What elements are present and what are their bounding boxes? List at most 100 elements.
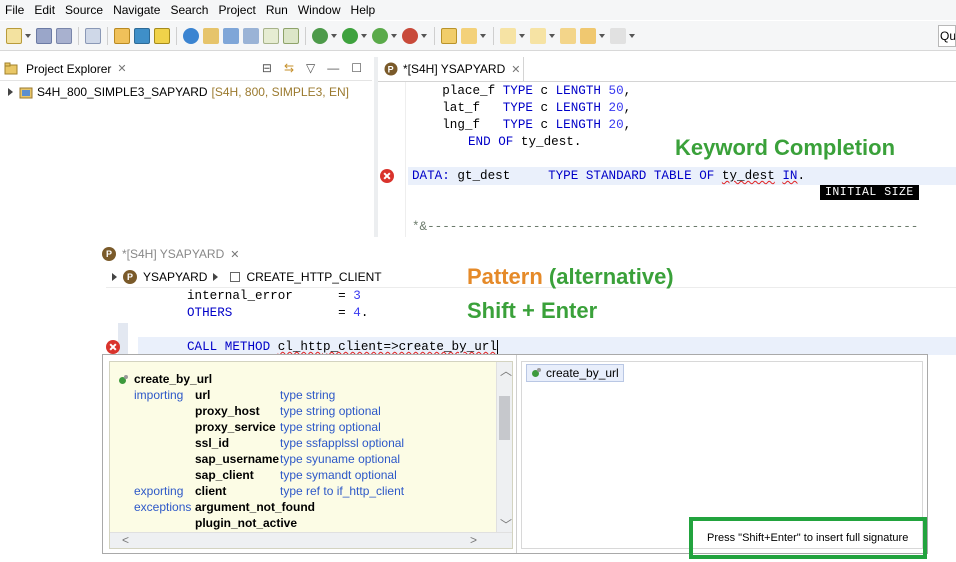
menu-run[interactable]: Run <box>261 0 293 20</box>
run-dropdown-icon[interactable] <box>361 33 367 38</box>
signature-title: create_by_url <box>134 372 213 386</box>
main-toolbar: Qu <box>0 21 956 51</box>
vertical-scrollbar[interactable]: ︿ ﹀ <box>496 362 512 534</box>
code-line-data[interactable]: DATA: gt_dest TYPE STANDARD TABLE OF ty_… <box>412 169 805 183</box>
project-explorer-panel: Project Explorer ✕ ⊟ ⇆ ▽ — ☐ S4H_800_SIM… <box>0 57 372 237</box>
annotation-icon[interactable] <box>283 27 299 44</box>
menu-help[interactable]: Help <box>346 0 381 20</box>
next-annotation-dropdown-icon[interactable] <box>519 33 525 38</box>
next-annotation-icon[interactable] <box>500 27 516 44</box>
bottom-editor-tab-label: *[S4H] YSAPYARD <box>122 247 225 261</box>
method-icon <box>230 271 241 282</box>
code-line-others[interactable]: OTHERS = 4. <box>187 306 368 320</box>
last-edit-icon[interactable] <box>560 27 576 44</box>
code-line-end-of[interactable]: END OF ty_dest. <box>468 135 581 149</box>
code-line-lng[interactable]: lng_f TYPE c LENGTH 20, <box>412 118 631 132</box>
menu-source[interactable]: Source <box>60 0 108 20</box>
hint-highlight-box <box>689 517 927 559</box>
highlight-icon[interactable] <box>263 27 279 44</box>
chevron-up-icon[interactable]: ︿ <box>500 362 512 379</box>
quick-access-input[interactable]: Qu <box>938 25 956 47</box>
menu-edit[interactable]: Edit <box>29 0 60 20</box>
new-icon[interactable] <box>6 27 22 44</box>
open-abap-icon[interactable] <box>134 27 150 44</box>
back-icon[interactable] <box>580 27 596 44</box>
close-icon[interactable]: ✕ <box>117 62 126 75</box>
project-explorer-icon <box>4 62 18 74</box>
bottom-editor-tab[interactable]: P *[S4H] YSAPYARD ✕ <box>102 244 250 264</box>
caption-pattern: Pattern (alternative) <box>467 264 674 289</box>
chevron-left-icon[interactable]: < <box>122 533 129 547</box>
close-tab-icon[interactable]: ✕ <box>230 248 239 261</box>
menu-project[interactable]: Project <box>213 0 260 20</box>
edit-object-icon[interactable] <box>114 27 130 44</box>
breadcrumb-method[interactable]: CREATE_HTTP_CLIENT <box>246 270 381 284</box>
forward-dropdown-icon[interactable] <box>629 33 635 38</box>
save-all-icon[interactable] <box>56 27 72 44</box>
run-coverage-icon[interactable] <box>372 27 388 44</box>
proposal-create-by-url[interactable]: create_by_url <box>526 364 624 382</box>
breadcrumb-program[interactable]: YSAPYARD <box>143 270 207 284</box>
breadcrumb-arrow-icon[interactable] <box>213 272 219 281</box>
coverage-dropdown-icon[interactable] <box>391 33 397 38</box>
link-icon[interactable] <box>243 27 259 44</box>
new-dropdown-icon[interactable] <box>25 33 31 38</box>
prev-annotation-icon[interactable] <box>530 27 546 44</box>
collapse-all-icon[interactable]: ⊟ <box>262 61 272 75</box>
program-icon: P <box>123 269 137 284</box>
keyword-completion-tooltip[interactable]: INITIAL SIZE <box>820 185 919 200</box>
editor-tab[interactable]: P *[S4H] YSAPYARD ✕ <box>378 57 524 81</box>
abap-program-icon: P <box>102 247 116 261</box>
menu-search[interactable]: Search <box>165 0 213 20</box>
activate-icon[interactable] <box>154 27 170 44</box>
error-marker-icon[interactable] <box>106 340 120 354</box>
expand-arrow-icon[interactable] <box>8 88 13 96</box>
editor-tab-label: *[S4H] YSAPYARD <box>403 62 506 76</box>
menu-navigate[interactable]: Navigate <box>108 0 165 20</box>
menu-window[interactable]: Window <box>293 0 346 20</box>
scrollbar-thumb[interactable] <box>499 396 510 440</box>
code-line-internal-error[interactable]: internal_error = 3 <box>187 289 361 303</box>
open-folder-icon[interactable] <box>441 27 457 44</box>
caption-alternative: (alternative) <box>548 264 674 289</box>
connect-icon[interactable] <box>85 27 101 44</box>
abap-program-icon: P <box>384 62 398 76</box>
horizontal-scrollbar[interactable]: < > <box>110 532 512 548</box>
error-marker-icon[interactable] <box>380 169 394 183</box>
prev-annotation-dropdown-icon[interactable] <box>549 33 555 38</box>
external-tools-dropdown-icon[interactable] <box>421 33 427 38</box>
pen-icon[interactable] <box>461 27 477 44</box>
code-line-call-method[interactable]: CALL METHOD cl_http_client=>create_by_ur… <box>187 340 498 354</box>
minimize-icon[interactable]: — <box>327 61 339 75</box>
change-ruler <box>118 323 128 355</box>
menu-file[interactable]: File <box>0 0 29 20</box>
explorer-view-tools: ⊟ ⇆ ▽ — ☐ <box>262 61 362 75</box>
pen-dropdown-icon[interactable] <box>480 33 486 38</box>
forward-icon[interactable] <box>610 27 626 44</box>
save-icon[interactable] <box>36 27 52 44</box>
debug-icon[interactable] <box>312 27 328 44</box>
code-line-place[interactable]: place_f TYPE c LENGTH 50, <box>412 84 631 98</box>
check-icon[interactable] <box>183 27 199 44</box>
project-explorer-title[interactable]: Project Explorer <box>26 62 111 76</box>
view-menu-icon[interactable]: ▽ <box>306 61 315 75</box>
link-with-editor-icon[interactable]: ⇆ <box>284 61 294 75</box>
tree-item-project[interactable]: S4H_800_SIMPLE3_SAPYARD [S4H, 800, SIMPL… <box>8 85 349 99</box>
tab-bar-border <box>378 81 956 82</box>
code-line-lat[interactable]: lat_f TYPE c LENGTH 20, <box>412 101 631 115</box>
maximize-icon[interactable]: ☐ <box>351 61 362 75</box>
hierarchy-icon[interactable] <box>223 27 239 44</box>
debug-dropdown-icon[interactable] <box>331 33 337 38</box>
vertical-ruler <box>378 82 406 237</box>
back-dropdown-icon[interactable] <box>599 33 605 38</box>
chevron-down-icon[interactable]: ﹀ <box>500 516 512 533</box>
popup-divider <box>516 355 517 553</box>
where-used-icon[interactable] <box>203 27 219 44</box>
run-icon[interactable] <box>342 27 358 44</box>
toolbar-separator <box>78 26 79 45</box>
external-tools-icon[interactable] <box>402 27 418 44</box>
close-tab-icon[interactable]: ✕ <box>511 63 520 76</box>
public-method-icon <box>531 368 541 378</box>
chevron-right-icon[interactable]: > <box>470 533 477 547</box>
breadcrumb-arrow-icon[interactable] <box>112 272 117 281</box>
